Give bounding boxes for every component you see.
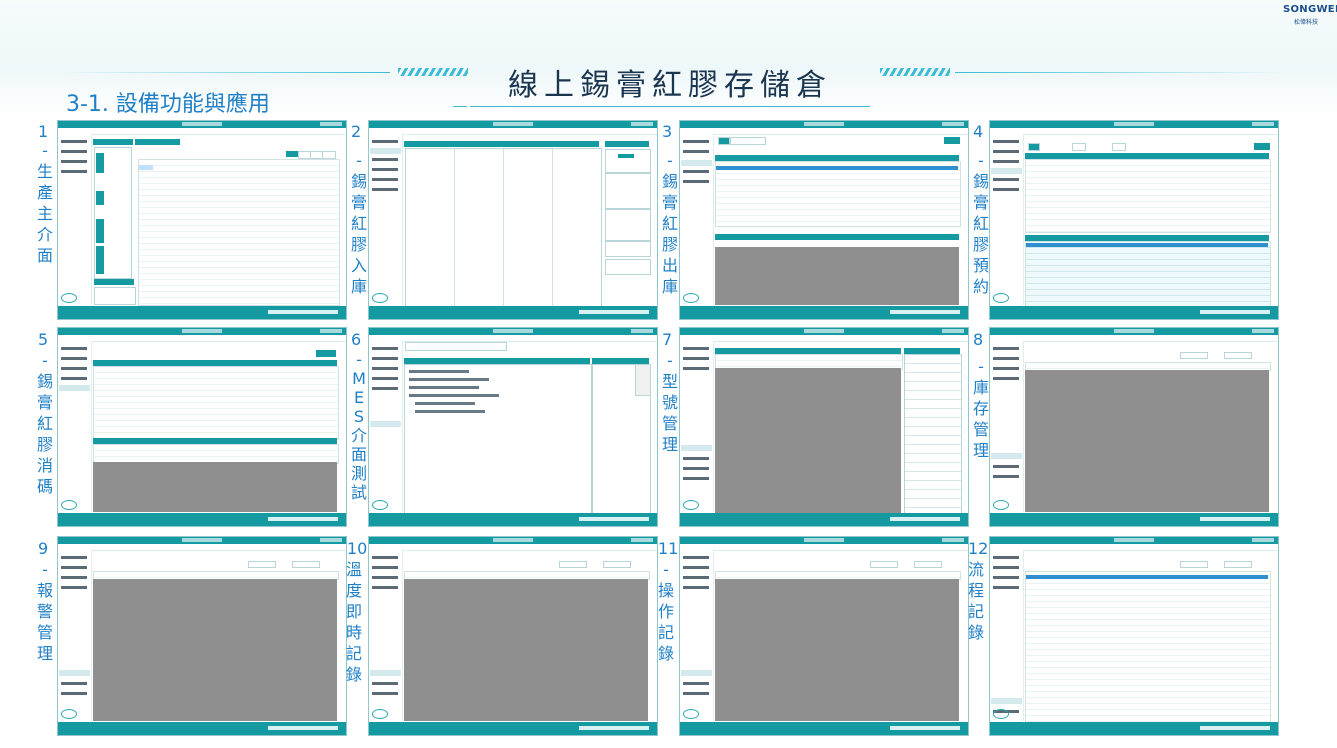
panel-3-screenshot [679,120,969,320]
panel-9-screenshot [57,536,347,736]
panel-12-screenshot [989,536,1279,736]
panel-8-screenshot [989,327,1279,527]
panel-2-number: 2 [351,122,362,141]
panel-1-number: 1 [38,122,49,141]
decor-stripes-right [880,68,950,76]
panel-9-label: -報警管理 [36,560,53,663]
panel-5-screenshot [57,327,347,527]
panel-4-screenshot [989,120,1279,320]
panel-1-label: -生產主介面 [36,141,53,265]
panel-1-screenshot [57,120,347,320]
panel-7-number: 7 [662,330,673,349]
company-logo: SONGWEI 松偉科技 [1283,4,1337,26]
panel-9-number: 9 [38,539,49,558]
panel-4-number: 4 [973,122,984,141]
panel-3-label: -錫膏紅膠出庫 [661,151,678,296]
panel-2-label: -錫膏紅膠入庫 [350,151,367,296]
panel-12-label: 流程記錄 [967,560,984,642]
panel-6-screenshot [368,327,658,527]
panel-7-label: -型號管理 [661,351,678,454]
panel-5-label: -錫膏紅膠消碼 [36,351,53,496]
section-title: 3-1. 設備功能與應用 [66,92,270,117]
panel-11-screenshot [679,536,969,736]
panel-8-number: 8 [973,330,984,349]
decor-line-left [60,72,390,73]
decor-line-right [955,72,1285,73]
logo-text: SONGWEI [1283,4,1337,15]
panel-6-label: -MES介面測試 [350,350,367,502]
decor-stripes-left [398,68,468,76]
panel-7-screenshot [679,327,969,527]
panel-2-screenshot [368,120,658,320]
panel-10-screenshot [368,536,658,736]
panel-5-number: 5 [38,330,49,349]
panel-3-number: 3 [662,122,673,141]
logo-subtext: 松偉科技 [1293,19,1318,26]
panel-11-label: -操作記錄 [657,560,674,663]
panel-6-number: 6 [351,330,362,349]
panel-4-label: -錫膏紅膠預約 [972,151,989,296]
title-frame [470,94,870,107]
panel-11-number: 11 [658,539,679,558]
panel-8-label: -庫存管理 [972,357,989,460]
panel-10-label: 溫度即時記錄 [345,560,362,684]
